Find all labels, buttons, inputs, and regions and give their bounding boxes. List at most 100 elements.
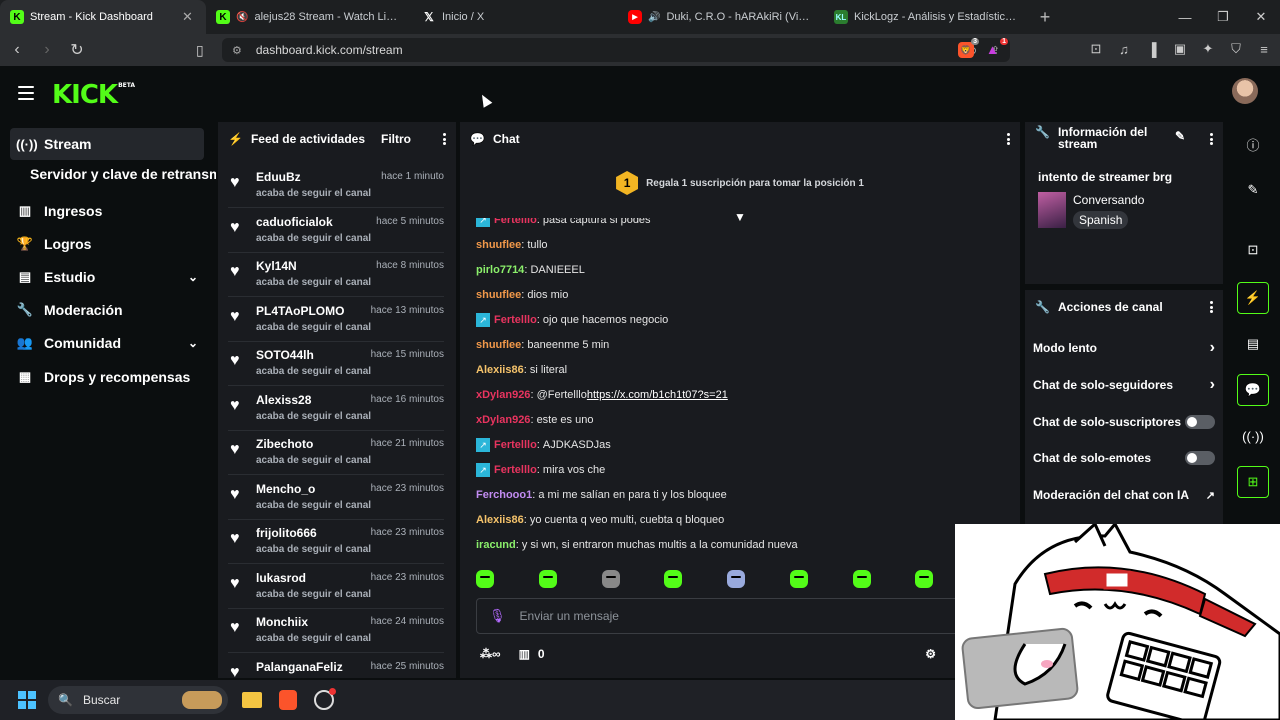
emote-icon[interactable] — [538, 570, 557, 588]
music-icon[interactable]: ♫ — [1116, 40, 1132, 58]
leo-ai-icon[interactable]: ✦ — [1200, 40, 1216, 58]
ai-moderation-row[interactable]: Moderación del chat con IA ↗ — [1033, 485, 1215, 505]
followers-only-row[interactable]: Chat de solo-seguidores › — [1033, 375, 1215, 395]
sidebar-item-moderacion[interactable]: 🔧 Moderación — [10, 294, 204, 326]
file-explorer-icon[interactable] — [240, 688, 264, 712]
feed-username[interactable]: PalanganaFeliz — [256, 660, 343, 674]
vpn-icon[interactable]: ⛉ — [1228, 40, 1244, 58]
browser-tab[interactable]: K 🔇 alejus28 Stream - Watch Live on Kick — [206, 0, 412, 34]
feed-username[interactable]: Zibechoto — [256, 437, 313, 451]
chat-username[interactable]: Fertelllo — [494, 437, 537, 453]
emotes-only-toggle[interactable] — [1185, 451, 1215, 465]
sidebar-item-comunidad[interactable]: 👥 Comunidad ⌄ — [10, 327, 204, 359]
emote-icon[interactable] — [601, 570, 620, 588]
feed-item[interactable]: ♥ Kyl14N hace 8 minutos acaba de seguir el … — [228, 253, 444, 297]
maximize-icon[interactable]: ❐ — [1204, 0, 1242, 34]
emote-icon[interactable] — [789, 570, 808, 588]
broadcast-icon[interactable]: ((·)) — [1237, 420, 1269, 452]
chat-username[interactable]: pirlo7714 — [476, 262, 524, 278]
info-icon[interactable]: ⓘ — [1237, 128, 1269, 160]
brave-browser-icon[interactable] — [276, 688, 300, 712]
feed-item[interactable]: ♥ caduoficialok hace 5 minutos acaba de seg… — [228, 209, 444, 253]
emote-icon[interactable] — [852, 570, 871, 588]
subscribers-only-toggle[interactable] — [1185, 415, 1215, 429]
chat-username[interactable]: Alexiis86 — [476, 512, 524, 528]
feed-username[interactable]: EduuBz — [256, 170, 301, 184]
forward-icon[interactable]: › — [34, 37, 60, 63]
feed-username[interactable]: Monchiix — [256, 615, 308, 629]
new-tab-button[interactable]: + — [1030, 0, 1060, 34]
sidebar-item-logros[interactable]: 🏆 Logros — [10, 228, 204, 260]
sidebar-item-estudio[interactable]: ▤ Estudio ⌄ — [10, 261, 204, 293]
minimize-icon[interactable]: — — [1166, 0, 1204, 34]
feed-item[interactable]: ♥ SOTO44lh hace 15 minutos acaba de seguir … — [228, 342, 444, 386]
edit-icon[interactable]: ✎ — [1175, 130, 1185, 142]
browser-tab[interactable]: K Stream - Kick Dashboard ✕ — [0, 0, 206, 34]
rewards-icon[interactable]: ▲ 1 — [986, 38, 1008, 58]
bookmark-icon[interactable]: ▯ — [196, 42, 204, 59]
channel-points[interactable]: ▥ 0 — [519, 647, 545, 661]
emote-icon[interactable] — [727, 570, 745, 588]
browser-tab[interactable]: 𝕏 Inicio / X — [412, 0, 618, 34]
chat-username[interactable]: iracund — [476, 537, 516, 553]
kick-logo[interactable]: KICK BETA — [52, 80, 135, 110]
layout-icon[interactable]: ⊞ — [1237, 466, 1269, 498]
slow-mode-row[interactable]: Modo lento › — [1033, 338, 1215, 358]
chat-bubble-icon[interactable]: 💬 — [1237, 374, 1269, 406]
sidebar-item-drops[interactable]: ▦ Drops y recompensas — [10, 361, 204, 393]
sidebar-item-ingresos[interactable]: ▥ Ingresos — [10, 195, 204, 227]
feed-item[interactable]: ♥ Mencho_o hace 23 minutos acaba de seguir … — [228, 476, 444, 520]
infinity-points-icon[interactable]: ⁂∞ — [480, 647, 501, 661]
close-icon[interactable]: ✕ — [1242, 0, 1280, 34]
windows-start-icon[interactable] — [18, 691, 36, 709]
more-options-icon[interactable] — [1209, 133, 1213, 145]
screenshot-icon[interactable]: ⊡ — [1088, 40, 1104, 58]
wallet-icon[interactable]: ▣ — [1172, 40, 1188, 58]
chat-username[interactable]: shuuflee — [476, 337, 521, 353]
emote-icon[interactable] — [915, 570, 934, 588]
chat-username[interactable]: xDylan926 — [476, 387, 530, 403]
browser-tab[interactable]: KL KickLogz - Análisis y Estadísticas de… — [824, 0, 1030, 34]
lightning-icon[interactable]: ⚡ — [1237, 282, 1269, 314]
feed-item[interactable]: ♥ Alexiss28 hace 16 minutos acaba de seguir… — [228, 387, 444, 431]
feed-item[interactable]: ♥ EduuBz hace 1 minuto acaba de seguir el c… — [228, 164, 444, 208]
chat-username[interactable]: Fertelllo — [494, 312, 537, 328]
avatar[interactable] — [1232, 78, 1258, 104]
browser-tab[interactable]: ▶ 🔊 Duki, C.R.O - hARAkiRi (Video Oficia… — [618, 0, 824, 34]
feed-username[interactable]: frijolito666 — [256, 526, 317, 540]
more-options-icon[interactable] — [442, 133, 446, 145]
chat-username[interactable]: Fertelllo — [494, 218, 537, 228]
feed-item[interactable]: ♥ frijolito666 hace 23 minutos acaba de seg… — [228, 520, 444, 564]
more-options-icon[interactable] — [1209, 301, 1213, 313]
microphone-icon[interactable]: 🎙 — [489, 608, 506, 624]
chat-username[interactable]: shuuflee — [476, 287, 521, 303]
feed-username[interactable]: SOTO44lh — [256, 348, 314, 362]
feed-item[interactable]: ♥ Monchiix hace 24 minutos acaba de seguir … — [228, 609, 444, 653]
back-icon[interactable]: ‹ — [4, 37, 30, 63]
taskbar-search[interactable]: 🔍 Buscar — [48, 686, 228, 714]
feed-username[interactable]: Kyl14N — [256, 259, 297, 273]
feed-item[interactable]: ♥ PL4TAoPLOMO hace 13 minutos acaba de segu… — [228, 298, 444, 342]
edit-icon[interactable]: ✎ — [1237, 174, 1269, 206]
feed-item[interactable]: ♥ Zibechoto hace 21 minutos acaba de seguir… — [228, 431, 444, 475]
chat-username[interactable]: xDylan926 — [476, 412, 530, 428]
chat-username[interactable]: Ferchooo1 — [476, 487, 532, 503]
site-info-icon[interactable]: ⚙ — [232, 44, 242, 57]
mute-icon[interactable]: 🔇 — [236, 12, 248, 23]
chat-link[interactable]: https://x.com/b1ch1t07?s=21 — [587, 387, 728, 403]
sidebar-icon[interactable]: ▐ — [1144, 40, 1160, 58]
speaker-icon[interactable]: 🔊 — [648, 12, 660, 23]
feed-username[interactable]: Mencho_o — [256, 482, 315, 496]
hamburger-menu-icon[interactable] — [18, 86, 34, 100]
brave-shields-icon[interactable]: 🦁 3 — [958, 38, 979, 58]
address-bar[interactable]: ⚙ dashboard.kick.com/stream ⊘ ⇪ — [222, 38, 1010, 62]
screen-capture-icon[interactable]: ⊡ — [1237, 234, 1269, 266]
emote-icon[interactable] — [476, 570, 494, 588]
clipboard-icon[interactable]: ▤ — [1237, 328, 1269, 360]
feed-item[interactable]: ♥ lukasrod hace 23 minutos acaba de seguir … — [228, 565, 444, 609]
obs-icon[interactable] — [312, 688, 336, 712]
emote-icon[interactable] — [664, 570, 683, 588]
feed-username[interactable]: caduoficialok — [256, 215, 333, 229]
feed-username[interactable]: lukasrod — [256, 571, 306, 585]
filter-button[interactable]: Filtro — [381, 132, 411, 146]
